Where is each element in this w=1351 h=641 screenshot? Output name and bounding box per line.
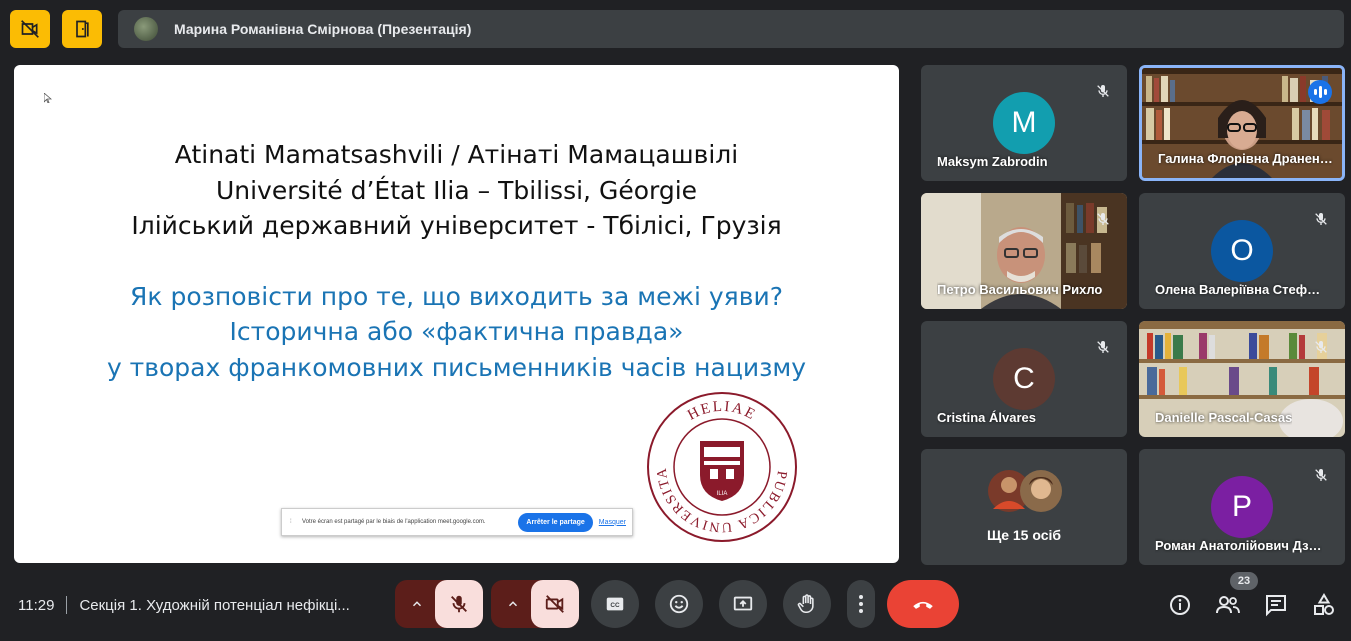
participant-tile[interactable]: M Maksym Zabrodin (921, 65, 1127, 181)
present-screen-button[interactable] (719, 580, 767, 628)
chat-icon (1266, 595, 1286, 617)
slide-title-line-3: у творах франкомовних письменників часів… (106, 352, 807, 382)
participant-tile[interactable]: Петро Васильович Рихло (921, 193, 1127, 309)
more-participants-tile[interactable]: Ще 15 осіб (921, 449, 1127, 565)
present-screen-icon (733, 596, 753, 611)
participant-tile[interactable]: C Cristina Álvares (921, 321, 1127, 437)
closed-captions-icon: CC (606, 597, 624, 611)
more-options-button[interactable] (847, 580, 875, 628)
camera-off-icon (545, 595, 564, 613)
speaking-indicator-icon (1308, 80, 1332, 104)
leave-door-button[interactable] (62, 10, 102, 48)
more-participants-avatars (988, 470, 1062, 512)
chevron-up-icon (508, 601, 518, 607)
avatar: P (1211, 476, 1273, 538)
hide-notice-link[interactable]: Masquer (599, 519, 626, 526)
people-button[interactable] (1215, 592, 1241, 618)
camera-toggle-button[interactable] (531, 580, 579, 628)
leave-call-button[interactable] (887, 580, 959, 628)
top-bar: Марина Романівна Смірнова (Презентація) (0, 0, 1351, 58)
seal-top-text: HELIAE (685, 399, 757, 424)
camera-options-button[interactable] (491, 580, 535, 628)
stop-sharing-button[interactable]: Arrêter le partage (518, 512, 593, 532)
participant-name: Петро Васильович Рихло (937, 282, 1103, 297)
more-participants-label: Ще 15 осіб (986, 527, 1062, 543)
mouse-cursor-icon (43, 92, 53, 106)
avatar: C (993, 348, 1055, 410)
hand-icon (797, 594, 814, 614)
meeting-title: Секція 1. Художній потенціал нефікці... (79, 596, 350, 614)
mic-options-button[interactable] (395, 580, 439, 628)
slide-title-line-1: Як розповісти про те, що виходить за меж… (130, 281, 783, 311)
svg-text:CC: CC (610, 602, 620, 609)
door-icon (76, 20, 89, 38)
hide-self-view-button[interactable] (10, 10, 50, 48)
mic-control-group (395, 580, 483, 628)
end-call-icon (913, 601, 933, 609)
slide-university-uk-line: Ілійський державний університет - Тбіліс… (131, 211, 782, 240)
mic-off-icon (1309, 207, 1333, 231)
chevron-up-icon (412, 601, 422, 607)
participant-name: Галина Флорівна Дранен… (1158, 151, 1333, 166)
activities-shapes-icon (1314, 593, 1334, 615)
university-seal-logo: HELIAE PUBLICA UNIVERSITAS ILIA (646, 391, 797, 542)
people-count-badge: 23 (1230, 572, 1258, 590)
meeting-controls-bar: 11:29 Секція 1. Художній потенціал нефік… (0, 570, 1351, 641)
people-icon (1216, 596, 1240, 614)
presenter-avatar (134, 17, 158, 41)
seal-center-text: ILIA (717, 491, 728, 497)
share-notice-text: Votre écran est partagé par le biais de … (302, 519, 486, 525)
meeting-details-button[interactable] (1167, 592, 1193, 618)
slide-author-line: Atinati Mamatsashvili / Атінаті Мамацашв… (174, 140, 739, 169)
mic-toggle-button[interactable] (435, 580, 483, 628)
presenter-bar: Марина Романівна Смірнова (Презентація) (118, 10, 1344, 48)
raise-hand-button[interactable] (783, 580, 831, 628)
participant-name: Maksym Zabrodin (937, 154, 1048, 169)
mic-off-icon (1309, 463, 1333, 487)
mic-off-icon (1091, 207, 1115, 231)
meeting-info: 11:29 Секція 1. Художній потенціал нефік… (18, 596, 350, 614)
mic-off-icon (1091, 335, 1115, 359)
reactions-button[interactable] (655, 580, 703, 628)
avatar: O (1211, 220, 1273, 282)
participant-tile-active-speaker[interactable]: Галина Флорівна Дранен… (1139, 65, 1345, 181)
slide-text: Atinati Mamatsashvili / Атінаті Мамацашв… (14, 137, 899, 385)
participant-name: Danielle Pascal-Casas (1155, 410, 1293, 425)
info-icon (1170, 595, 1190, 615)
participant-name: Олена Валеріївна Стеф… (1155, 282, 1321, 297)
presenter-name: Марина Романівна Смірнова (Презентація) (174, 21, 472, 37)
video-hidden-icon (21, 20, 39, 38)
mic-off-icon (451, 595, 467, 613)
participant-name: Роман Анатолійович Дз… (1155, 538, 1322, 553)
avatar: M (993, 92, 1055, 154)
drag-handle-icon[interactable]: ⁞ (290, 519, 296, 525)
camera-control-group (491, 580, 579, 628)
svg-text:HELIAE: HELIAE (685, 399, 759, 424)
participant-tile[interactable]: Danielle Pascal-Casas (1139, 321, 1345, 437)
participant-tile[interactable]: O Олена Валеріївна Стеф… (1139, 193, 1345, 309)
clock-time: 11:29 (18, 596, 55, 614)
screen-share-notice: ⁞ Votre écran est partagé par le biais d… (281, 508, 633, 536)
activities-button[interactable] (1311, 592, 1337, 618)
slide-university-fr-line: Université d’État Ilia – Tbilissi, Géorg… (215, 175, 698, 205)
participant-tile[interactable]: P Роман Анатолійович Дз… (1139, 449, 1345, 565)
captions-button[interactable]: CC (591, 580, 639, 628)
emoji-icon (669, 594, 689, 614)
participant-name: Cristina Álvares (937, 410, 1036, 425)
shared-slide: Atinati Mamatsashvili / Атінаті Мамацашв… (14, 65, 899, 563)
chat-button[interactable] (1263, 592, 1289, 618)
slide-title-line-2: Історична або «фактична правда» (229, 317, 684, 346)
mic-off-icon (1091, 79, 1115, 103)
mic-off-icon (1309, 335, 1333, 359)
more-vertical-icon (859, 595, 863, 613)
